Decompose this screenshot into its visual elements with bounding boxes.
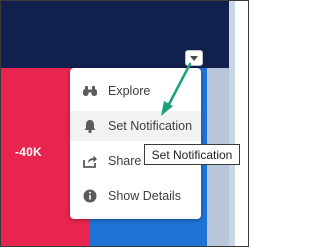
tooltip: Set Notification bbox=[144, 144, 240, 165]
scrollbar-track[interactable] bbox=[235, 1, 248, 246]
share-icon bbox=[82, 153, 98, 169]
bell-icon bbox=[82, 118, 98, 134]
menu-item-label: Show Details bbox=[108, 189, 181, 203]
menu-item-show-details[interactable]: Show Details bbox=[70, 181, 201, 211]
binoculars-icon bbox=[82, 83, 98, 99]
chevron-down-icon bbox=[190, 56, 198, 61]
menu-item-label: Share bbox=[108, 154, 142, 168]
menu-item-explore[interactable]: Explore bbox=[70, 76, 201, 106]
bar-value-label: -40K bbox=[15, 145, 42, 159]
menu-item-label: Explore bbox=[108, 84, 151, 98]
menu-item-label: Set Notification bbox=[108, 119, 193, 133]
dashboard-widget: -40K Explore Set Notification Share Show… bbox=[0, 0, 249, 247]
info-icon bbox=[82, 188, 98, 204]
menu-toggle-button[interactable] bbox=[185, 50, 203, 66]
menu-item-set-notification[interactable]: Set Notification bbox=[70, 111, 201, 141]
